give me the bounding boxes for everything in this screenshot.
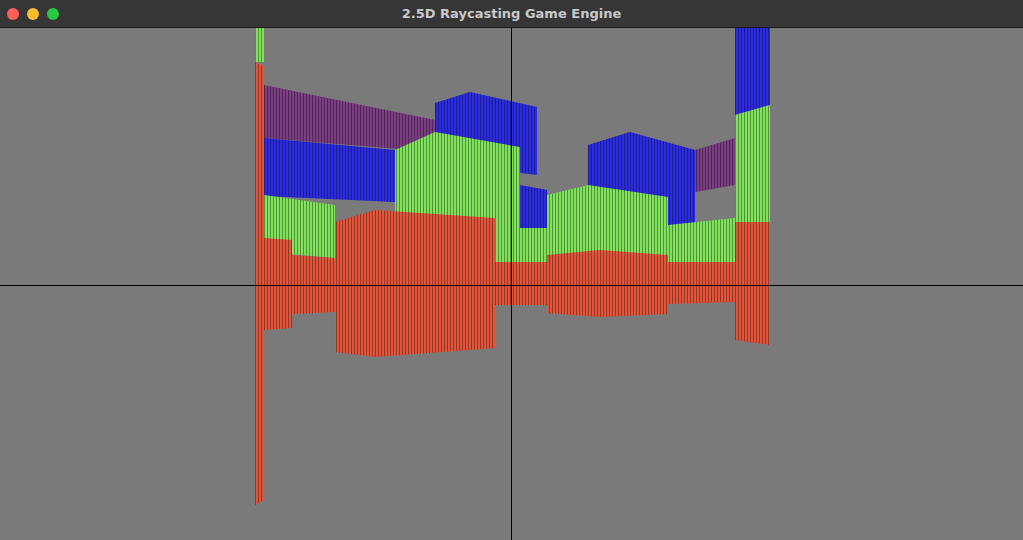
minimize-button[interactable] xyxy=(27,8,39,20)
wall-slice xyxy=(264,138,395,202)
wall-slice xyxy=(520,185,547,230)
title-bar: 2.5D Raycasting Game Engine xyxy=(0,0,1023,28)
wall-slice xyxy=(255,62,264,505)
wall-slice xyxy=(668,262,735,304)
wall-slice xyxy=(292,255,335,314)
wall-slice xyxy=(695,138,735,192)
wall-slice xyxy=(255,28,264,62)
zoom-button[interactable] xyxy=(47,8,59,20)
wall-slice xyxy=(735,222,770,345)
floor-ceiling xyxy=(0,28,1023,540)
wall-slice xyxy=(547,250,668,317)
wall-slice xyxy=(668,218,735,266)
wall-slice xyxy=(735,105,770,228)
window-title: 2.5D Raycasting Game Engine xyxy=(402,6,621,21)
wall-slice xyxy=(735,28,770,115)
crosshair-horizontal xyxy=(0,285,1023,286)
close-button[interactable] xyxy=(7,8,19,20)
window-controls xyxy=(7,0,59,28)
raycast-view xyxy=(0,28,1023,540)
wall-slice xyxy=(335,210,495,357)
crosshair-vertical xyxy=(511,28,512,540)
wall-slice xyxy=(495,262,547,305)
wall-slice xyxy=(264,238,292,330)
game-canvas[interactable] xyxy=(0,28,1023,540)
wall-slice xyxy=(547,185,668,262)
game-window: 2.5D Raycasting Game Engine xyxy=(0,0,1023,540)
walls xyxy=(255,28,770,505)
